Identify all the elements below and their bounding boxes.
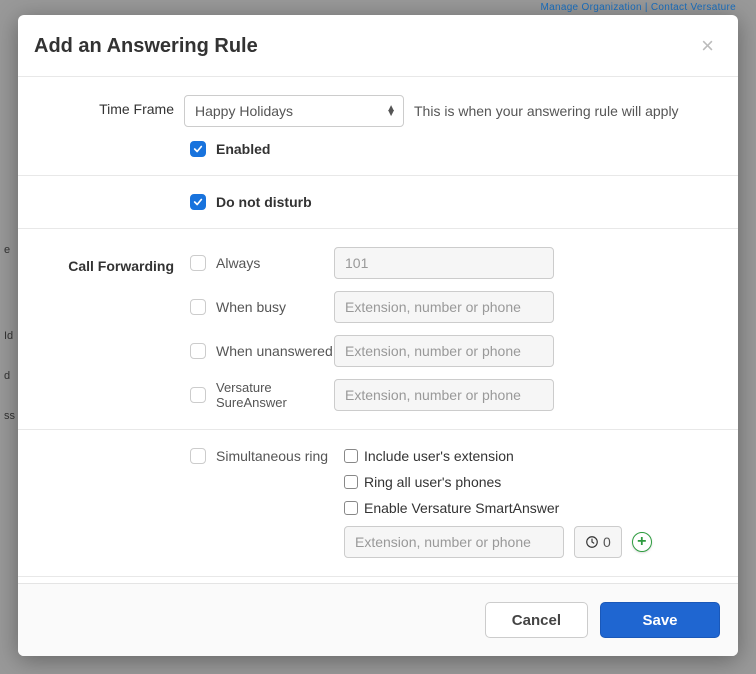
- bg-fragment: ss: [4, 410, 15, 422]
- always-input[interactable]: [334, 247, 554, 279]
- when-unanswered-label: When unanswered: [216, 343, 334, 359]
- sim-ring-input[interactable]: [344, 526, 564, 558]
- sureanswer-input[interactable]: [334, 379, 554, 411]
- when-busy-checkbox[interactable]: [190, 299, 206, 315]
- include-user-extension-checkbox[interactable]: [344, 449, 358, 463]
- when-unanswered-input[interactable]: [334, 335, 554, 367]
- ring-delay-button[interactable]: 0: [574, 526, 622, 558]
- dnd-label: Do not disturb: [216, 194, 312, 210]
- enabled-checkbox[interactable]: [190, 141, 206, 157]
- always-label: Always: [216, 255, 334, 271]
- ring-all-phones-checkbox[interactable]: [344, 475, 358, 489]
- add-answering-rule-modal: Add an Answering Rule × Time Frame Happy…: [18, 15, 738, 656]
- timeframe-label: Time Frame: [34, 95, 174, 117]
- plus-icon: +: [637, 534, 646, 550]
- timeframe-hint: This is when your answering rule will ap…: [414, 103, 679, 119]
- modal-title: Add an Answering Rule: [34, 35, 258, 58]
- include-user-extension-label: Include user's extension: [364, 448, 514, 464]
- clock-icon: [585, 535, 599, 549]
- sureanswer-checkbox[interactable]: [190, 387, 206, 403]
- always-checkbox[interactable]: [190, 255, 206, 271]
- bg-fragment: d: [4, 370, 10, 382]
- background-topnav: Manage Organization | Contact Versature: [540, 2, 736, 13]
- save-button[interactable]: Save: [600, 602, 720, 638]
- timeframe-select[interactable]: Happy Holidays: [184, 95, 404, 127]
- add-number-button[interactable]: +: [632, 532, 652, 552]
- dnd-checkbox[interactable]: [190, 194, 206, 210]
- simultaneous-ring-label: Simultaneous ring: [216, 448, 328, 464]
- call-forwarding-label: Call Forwarding: [34, 252, 174, 274]
- simultaneous-ring-checkbox[interactable]: [190, 448, 206, 464]
- when-busy-label: When busy: [216, 299, 334, 315]
- enabled-label: Enabled: [216, 141, 270, 157]
- smartanswer-checkbox[interactable]: [344, 501, 358, 515]
- bg-fragment: e: [4, 244, 10, 256]
- smartanswer-label: Enable Versature SmartAnswer: [364, 500, 559, 516]
- ring-delay-value: 0: [603, 534, 611, 550]
- bg-fragment: Id: [4, 330, 13, 342]
- sureanswer-label: Versature SureAnswer: [216, 380, 334, 410]
- when-busy-input[interactable]: [334, 291, 554, 323]
- ring-all-phones-label: Ring all user's phones: [364, 474, 501, 490]
- close-icon[interactable]: ×: [701, 35, 714, 57]
- cancel-button[interactable]: Cancel: [485, 602, 588, 638]
- when-unanswered-checkbox[interactable]: [190, 343, 206, 359]
